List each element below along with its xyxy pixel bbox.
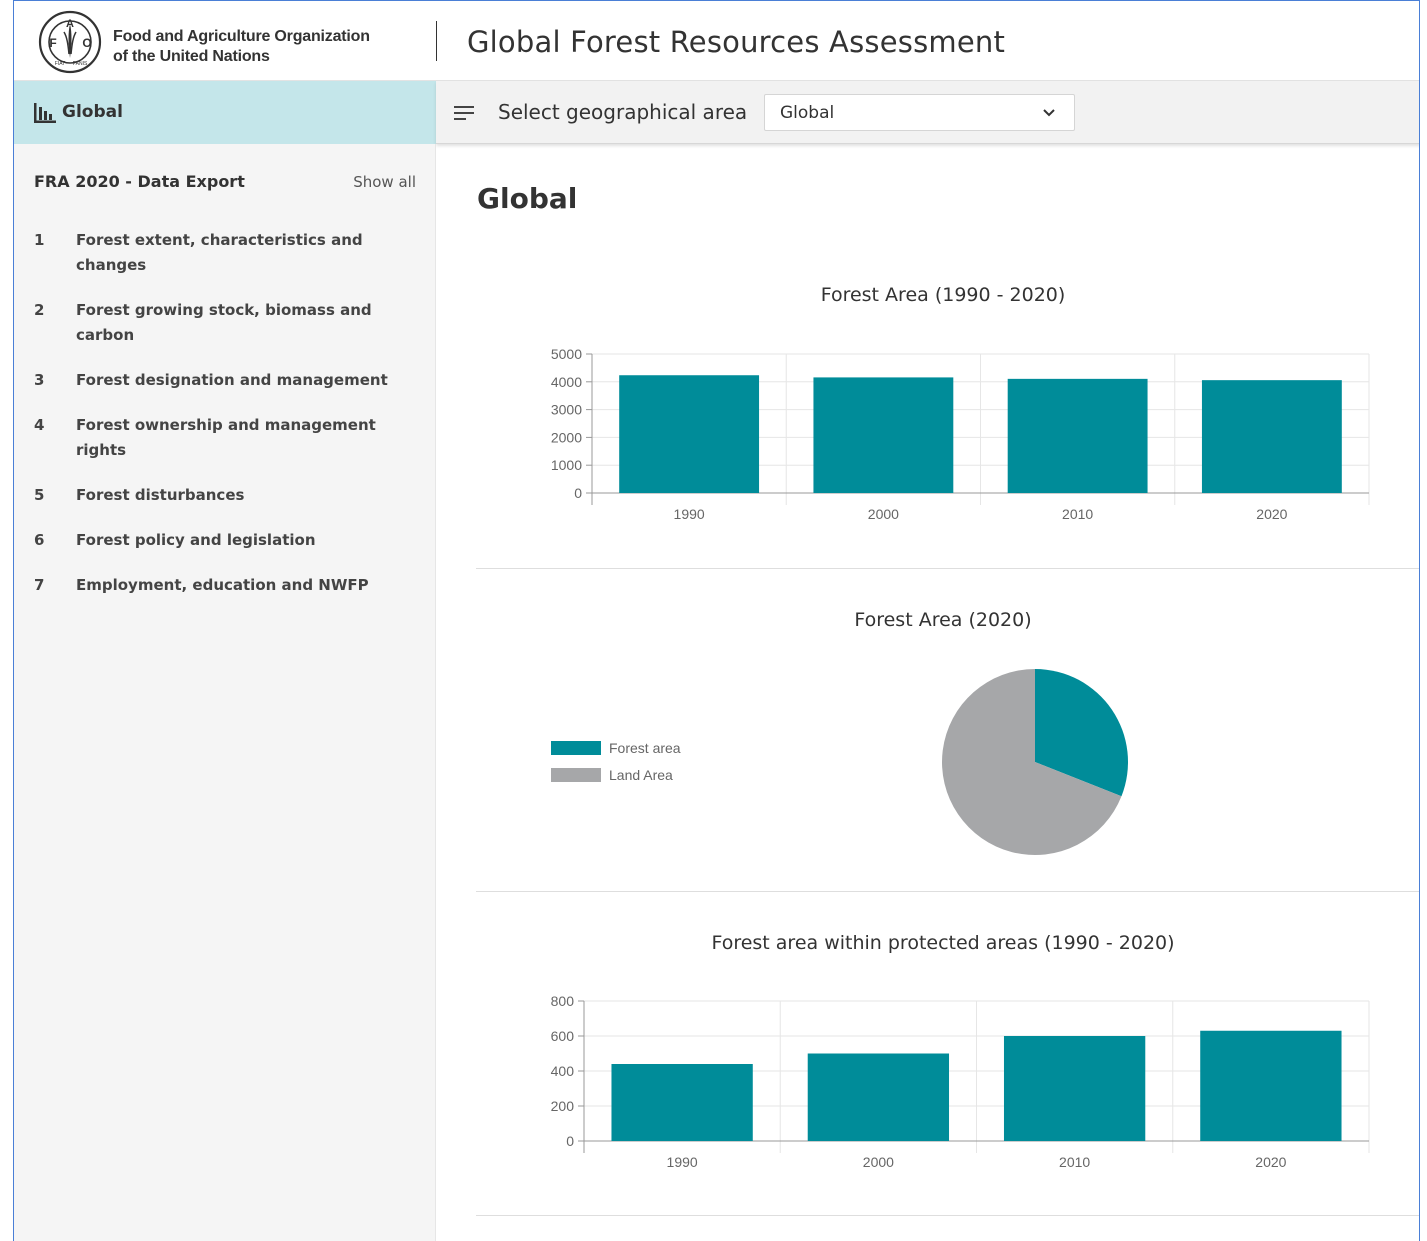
- sidebar-item-designation[interactable]: 3 Forest designation and management: [14, 368, 436, 393]
- y-tick-label: 5000: [551, 346, 582, 362]
- y-tick-label: 4000: [551, 374, 582, 390]
- sidebar-item-label: Forest extent, characteristics and chang…: [76, 231, 363, 274]
- x-tick-label: 2000: [863, 1154, 894, 1170]
- sidebar-item-label: Forest ownership and management rights: [76, 416, 376, 459]
- bar-chart-icon: [34, 103, 56, 123]
- forest-area-bar-chart: 0 1000 2000 3000 4000 5000 1990 2000 2010 2020: [551, 346, 1370, 522]
- show-all-link[interactable]: Show all: [353, 173, 416, 191]
- svg-text:O: O: [82, 36, 91, 50]
- toolbar: Select geographical area Global: [436, 81, 1419, 144]
- sidebar-item-number: 2: [34, 301, 45, 319]
- select-area-label: Select geographical area: [498, 100, 748, 124]
- legend-swatch: [551, 768, 601, 782]
- sidebar-item-label: Forest policy and legislation: [76, 531, 316, 549]
- y-tick-label: 400: [551, 1063, 575, 1079]
- protected-area-bar-chart: 0 200 400 600 800 1990 2000 2010 2020: [551, 993, 1370, 1170]
- sidebar-list: 1 Forest extent, characteristics and chan…: [14, 228, 436, 618]
- legend-label: Land Area: [609, 767, 673, 783]
- y-tick-label: 600: [551, 1028, 575, 1044]
- bar: [1007, 378, 1148, 493]
- sidebar-item-label: Forest growing stock, biomass and carbon: [76, 301, 372, 344]
- app-title: Global Forest Resources Assessment: [467, 25, 1006, 59]
- chart-protected-areas-series: Forest area within protected areas (1990…: [476, 892, 1419, 1216]
- header: F A O FIAT PANIS Food and Agriculture Or…: [14, 1, 1419, 81]
- sidebar-item-employment[interactable]: 7 Employment, education and NWFP: [14, 573, 436, 598]
- svg-text:PANIS: PANIS: [73, 61, 88, 67]
- x-tick-label: 1990: [667, 1154, 698, 1170]
- app-frame: F A O FIAT PANIS Food and Agriculture Or…: [13, 0, 1420, 1241]
- sidebar-item-policy[interactable]: 6 Forest policy and legislation: [14, 528, 436, 553]
- x-tick-label: 2020: [1255, 1154, 1286, 1170]
- legend-label: Forest area: [609, 740, 681, 756]
- org-name: Food and Agriculture Organization of the…: [113, 27, 370, 67]
- sidebar-item-number: 7: [34, 576, 45, 594]
- sidebar-item-number: 4: [34, 416, 45, 434]
- org-name-line2: of the United Nations: [113, 48, 270, 65]
- chevron-down-icon: [1043, 109, 1055, 117]
- svg-text:FIAT: FIAT: [55, 61, 65, 67]
- y-tick-label: 200: [551, 1098, 575, 1114]
- sidebar-item-ownership[interactable]: 4 Forest ownership and management rights: [14, 413, 436, 463]
- y-tick-label: 1000: [551, 457, 582, 473]
- area-select-value: Global: [780, 103, 835, 123]
- y-tick-label: 0: [566, 1133, 574, 1149]
- chart-forest-area-pie: Forest Area (2020) Forest area Land Area: [476, 569, 1419, 892]
- x-tick-label: 2000: [868, 506, 899, 522]
- sidebar-item-number: 1: [34, 231, 45, 249]
- x-tick-label: 2010: [1059, 1154, 1090, 1170]
- x-tick-label: 2020: [1256, 506, 1287, 522]
- sidebar-item-label: Forest disturbances: [76, 486, 245, 504]
- sidebar-heading: FRA 2020 - Data Export: [34, 172, 245, 191]
- sidebar-item-growing-stock[interactable]: 2 Forest growing stock, biomass and carbo…: [14, 298, 436, 348]
- y-tick-label: 2000: [551, 429, 582, 445]
- header-divider: [436, 21, 437, 61]
- bar: [1201, 380, 1342, 493]
- chart-forest-area-series: Forest Area (1990 - 2020) 0 1000 2000 3000 4…: [476, 244, 1419, 569]
- sidebar: FRA 2020 - Data Export Show all 1 Forest …: [14, 144, 436, 1241]
- y-tick-label: 3000: [551, 402, 582, 418]
- y-tick-label: 800: [551, 993, 575, 1009]
- bar: [813, 377, 954, 493]
- sidebar-item-forest-extent[interactable]: 1 Forest extent, characteristics and chan…: [14, 228, 436, 278]
- fao-logo-icon[interactable]: F A O FIAT PANIS: [38, 10, 102, 74]
- org-name-line1: Food and Agriculture Organization: [113, 28, 370, 45]
- bar: [1200, 1030, 1342, 1141]
- main-content: Global Forest Area (1990 - 2020) 0 1000 20…: [476, 144, 1419, 1241]
- sidebar-item-number: 5: [34, 486, 45, 504]
- sidebar-active-label: Global: [62, 102, 123, 122]
- bar: [619, 375, 760, 493]
- area-select[interactable]: Global: [764, 94, 1075, 131]
- bar: [1003, 1036, 1146, 1141]
- svg-text:A: A: [66, 18, 74, 30]
- bar: [807, 1053, 950, 1141]
- x-tick-label: 2010: [1062, 506, 1093, 522]
- sidebar-active-global[interactable]: Global: [14, 81, 436, 144]
- forest-area-pie-chart: Forest area Land Area: [551, 669, 1128, 855]
- y-tick-label: 0: [574, 485, 582, 501]
- sidebar-item-label: Employment, education and NWFP: [76, 576, 369, 594]
- x-tick-label: 1990: [674, 506, 705, 522]
- svg-text:F: F: [49, 36, 56, 50]
- page-title: Global: [477, 182, 578, 215]
- sidebar-item-label: Forest designation and management: [76, 371, 388, 389]
- sidebar-item-number: 3: [34, 371, 45, 389]
- legend-swatch: [551, 741, 601, 755]
- sidebar-item-disturbances[interactable]: 5 Forest disturbances: [14, 483, 436, 508]
- menu-icon[interactable]: [454, 105, 474, 121]
- sidebar-item-number: 6: [34, 531, 45, 549]
- bar: [611, 1064, 753, 1141]
